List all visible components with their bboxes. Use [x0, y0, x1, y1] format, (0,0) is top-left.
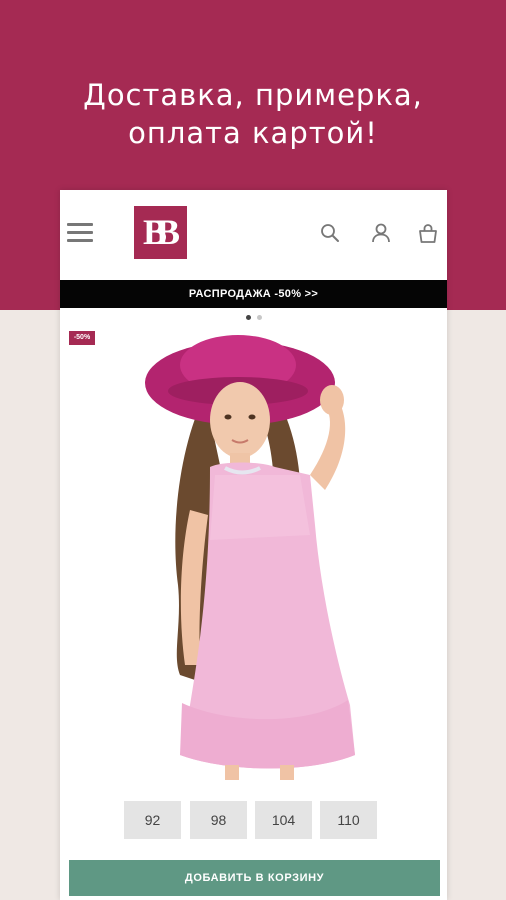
- sale-banner[interactable]: РАСПРОДАЖА -50% >>: [60, 280, 447, 308]
- discount-badge: -50%: [69, 331, 95, 345]
- shopping-bag-icon[interactable]: [417, 222, 439, 244]
- promo-line-2: оплата картой!: [128, 116, 378, 150]
- size-selector: 92 98 104 110: [124, 801, 384, 839]
- promo-line-1: Доставка, примерка,: [83, 78, 423, 112]
- search-icon[interactable]: [319, 222, 341, 244]
- promo-headline: Доставка, примерка, оплата картой!: [0, 76, 506, 152]
- product-photo[interactable]: [110, 325, 410, 780]
- size-option-98[interactable]: 98: [190, 801, 247, 839]
- size-option-110[interactable]: 110: [320, 801, 377, 839]
- carousel-dots: [60, 315, 447, 321]
- app-header: BB: [60, 190, 447, 280]
- hamburger-menu-icon[interactable]: [67, 221, 95, 243]
- user-icon[interactable]: [370, 222, 392, 244]
- add-to-cart-button[interactable]: ДОБАВИТЬ В КОРЗИНУ: [69, 860, 440, 896]
- brand-logo[interactable]: BB: [134, 206, 187, 259]
- logo-text: BB: [142, 212, 180, 252]
- carousel-dot-active[interactable]: [245, 315, 251, 320]
- carousel-dot[interactable]: [256, 315, 262, 320]
- app-screen: BB РАСПРОДАЖА -50% >> -50% 92 98 104 110…: [60, 190, 447, 900]
- size-option-92[interactable]: 92: [124, 801, 181, 839]
- size-option-104[interactable]: 104: [255, 801, 312, 839]
